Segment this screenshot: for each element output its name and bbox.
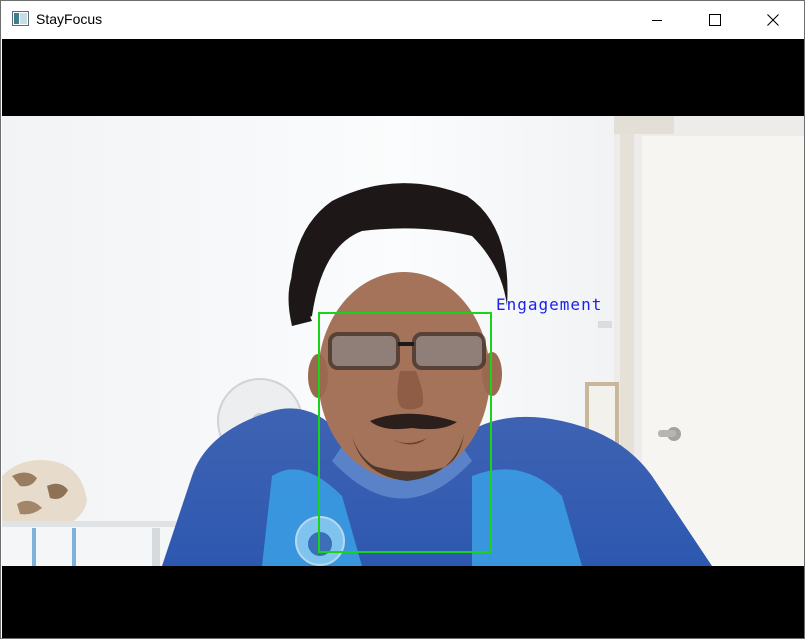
maximize-icon — [709, 13, 721, 26]
minimize-icon — [652, 19, 662, 21]
title-bar[interactable]: StayFocus — [1, 1, 804, 38]
maximize-button[interactable] — [692, 1, 738, 38]
app-window-icon — [12, 11, 29, 26]
minimize-button[interactable] — [634, 1, 680, 38]
engagement-label: Engagement — [496, 295, 603, 314]
close-icon — [767, 13, 779, 26]
close-button[interactable] — [750, 1, 796, 38]
app-window: StayFocus Engagement — [0, 0, 805, 639]
webcam-frame: Engagement — [2, 116, 804, 566]
face-detection-box — [318, 312, 492, 553]
window-title: StayFocus — [36, 11, 103, 27]
video-canvas: Engagement — [2, 39, 804, 638]
